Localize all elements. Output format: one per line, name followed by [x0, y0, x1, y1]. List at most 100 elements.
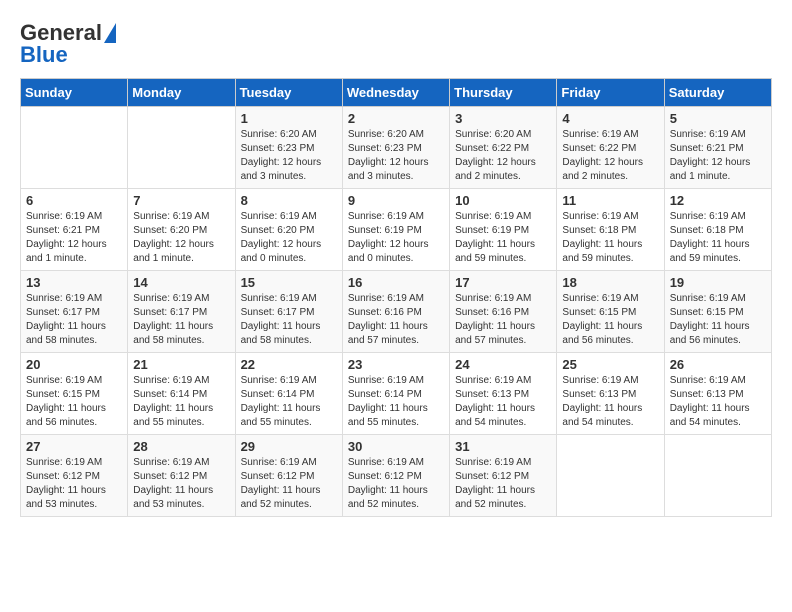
calendar-cell: 9Sunrise: 6:19 AM Sunset: 6:19 PM Daylig… [342, 189, 449, 271]
calendar-cell: 2 Sunrise: 6:20 AM Sunset: 6:23 PM Daylig… [342, 107, 449, 189]
day-info: Sunrise: 6:19 AM Sunset: 6:16 PM Dayligh… [455, 292, 551, 348]
day-header-tuesday: Tuesday [235, 79, 342, 107]
calendar-cell: 28 Sunrise: 6:19 AM Sunset: 6:12 PM Dayli… [128, 435, 235, 517]
calendar-cell: 10 Sunrise: 6:19 AM Sunset: 6:19 PM Dayli… [450, 189, 557, 271]
day-info: Sunrise: 6:19 AM Sunset: 6:13 PM Dayligh… [670, 374, 766, 430]
day-header-thursday: Thursday [450, 79, 557, 107]
day-info: Sunrise: 6:19 AM Sunset: 6:13 PM Dayligh… [455, 374, 551, 430]
day-info: Sunrise: 6:19 AM Sunset: 6:12 PM Dayligh… [26, 456, 122, 512]
day-info: Sunrise: 6:19 AM Sunset: 6:21 PM Dayligh… [670, 128, 766, 184]
day-info: Sunrise: 6:20 AM Sunset: 6:22 PM Dayligh… [455, 128, 551, 184]
calendar-cell [21, 107, 128, 189]
day-info: Sunrise: 6:19 AM Sunset: 6:19 PM Dayligh… [455, 210, 551, 266]
day-number: 25 [562, 357, 658, 372]
day-info: Sunrise: 6:19 AM Sunset: 6:14 PM Dayligh… [133, 374, 229, 430]
day-number: 22 [241, 357, 337, 372]
calendar-week-2: 6 Sunrise: 6:19 AM Sunset: 6:21 PM Daylig… [21, 189, 772, 271]
day-number: 2 [348, 111, 444, 126]
calendar-week-4: 20 Sunrise: 6:19 AM Sunset: 6:15 PM Dayli… [21, 353, 772, 435]
day-info: Sunrise: 6:20 AM Sunset: 6:23 PM Dayligh… [241, 128, 337, 184]
calendar-cell: 22Sunrise: 6:19 AM Sunset: 6:14 PM Dayli… [235, 353, 342, 435]
calendar-cell: 8 Sunrise: 6:19 AM Sunset: 6:20 PM Daylig… [235, 189, 342, 271]
calendar-cell: 17 Sunrise: 6:19 AM Sunset: 6:16 PM Dayli… [450, 271, 557, 353]
day-header-sunday: Sunday [21, 79, 128, 107]
day-number: 28 [133, 439, 229, 454]
day-info: Sunrise: 6:19 AM Sunset: 6:15 PM Dayligh… [670, 292, 766, 348]
day-number: 14 [133, 275, 229, 290]
calendar-cell: 26 Sunrise: 6:19 AM Sunset: 6:13 PM Dayli… [664, 353, 771, 435]
day-info: Sunrise: 6:19 AM Sunset: 6:16 PM Dayligh… [348, 292, 444, 348]
logo: General Blue [20, 20, 116, 68]
calendar-cell: 5 Sunrise: 6:19 AM Sunset: 6:21 PM Daylig… [664, 107, 771, 189]
calendar-week-5: 27 Sunrise: 6:19 AM Sunset: 6:12 PM Dayli… [21, 435, 772, 517]
day-number: 23 [348, 357, 444, 372]
day-number: 17 [455, 275, 551, 290]
day-number: 26 [670, 357, 766, 372]
calendar-cell: 16 Sunrise: 6:19 AM Sunset: 6:16 PM Dayli… [342, 271, 449, 353]
page-header: General Blue [20, 20, 772, 68]
day-number: 5 [670, 111, 766, 126]
calendar-cell: 24 Sunrise: 6:19 AM Sunset: 6:13 PM Dayli… [450, 353, 557, 435]
day-number: 4 [562, 111, 658, 126]
day-number: 30 [348, 439, 444, 454]
day-info: Sunrise: 6:19 AM Sunset: 6:15 PM Dayligh… [562, 292, 658, 348]
day-number: 20 [26, 357, 122, 372]
day-info: Sunrise: 6:19 AM Sunset: 6:15 PM Dayligh… [26, 374, 122, 430]
calendar-week-3: 13 Sunrise: 6:19 AM Sunset: 6:17 PM Dayli… [21, 271, 772, 353]
logo-triangle-icon [104, 23, 116, 43]
day-number: 29 [241, 439, 337, 454]
day-number: 19 [670, 275, 766, 290]
day-info: Sunrise: 6:19 AM Sunset: 6:12 PM Dayligh… [133, 456, 229, 512]
day-info: Sunrise: 6:19 AM Sunset: 6:22 PM Dayligh… [562, 128, 658, 184]
day-info: Sunrise: 6:19 AM Sunset: 6:17 PM Dayligh… [133, 292, 229, 348]
day-header-monday: Monday [128, 79, 235, 107]
day-info: Sunrise: 6:19 AM Sunset: 6:12 PM Dayligh… [348, 456, 444, 512]
calendar-cell: 31Sunrise: 6:19 AM Sunset: 6:12 PM Dayli… [450, 435, 557, 517]
day-number: 27 [26, 439, 122, 454]
calendar-week-1: 1Sunrise: 6:20 AM Sunset: 6:23 PM Daylig… [21, 107, 772, 189]
calendar-cell: 1Sunrise: 6:20 AM Sunset: 6:23 PM Daylig… [235, 107, 342, 189]
calendar-cell: 29 Sunrise: 6:19 AM Sunset: 6:12 PM Dayli… [235, 435, 342, 517]
day-info: Sunrise: 6:19 AM Sunset: 6:17 PM Dayligh… [241, 292, 337, 348]
day-info: Sunrise: 6:19 AM Sunset: 6:12 PM Dayligh… [241, 456, 337, 512]
day-info: Sunrise: 6:19 AM Sunset: 6:21 PM Dayligh… [26, 210, 122, 266]
day-number: 24 [455, 357, 551, 372]
calendar-cell: 6 Sunrise: 6:19 AM Sunset: 6:21 PM Daylig… [21, 189, 128, 271]
day-header-wednesday: Wednesday [342, 79, 449, 107]
calendar-cell: 18 Sunrise: 6:19 AM Sunset: 6:15 PM Dayli… [557, 271, 664, 353]
day-number: 9 [348, 193, 444, 208]
calendar-header-row: SundayMondayTuesdayWednesdayThursdayFrid… [21, 79, 772, 107]
calendar-cell [664, 435, 771, 517]
calendar-cell [557, 435, 664, 517]
day-info: Sunrise: 6:20 AM Sunset: 6:23 PM Dayligh… [348, 128, 444, 184]
day-info: Sunrise: 6:19 AM Sunset: 6:13 PM Dayligh… [562, 374, 658, 430]
day-info: Sunrise: 6:19 AM Sunset: 6:18 PM Dayligh… [670, 210, 766, 266]
calendar-cell: 11Sunrise: 6:19 AM Sunset: 6:18 PM Dayli… [557, 189, 664, 271]
calendar-cell [128, 107, 235, 189]
day-info: Sunrise: 6:19 AM Sunset: 6:17 PM Dayligh… [26, 292, 122, 348]
calendar-cell: 25 Sunrise: 6:19 AM Sunset: 6:13 PM Dayli… [557, 353, 664, 435]
calendar-cell: 4 Sunrise: 6:19 AM Sunset: 6:22 PM Daylig… [557, 107, 664, 189]
day-number: 21 [133, 357, 229, 372]
day-number: 6 [26, 193, 122, 208]
day-number: 15 [241, 275, 337, 290]
calendar-cell: 23Sunrise: 6:19 AM Sunset: 6:14 PM Dayli… [342, 353, 449, 435]
calendar-cell: 3Sunrise: 6:20 AM Sunset: 6:22 PM Daylig… [450, 107, 557, 189]
day-number: 11 [562, 193, 658, 208]
day-number: 10 [455, 193, 551, 208]
day-number: 8 [241, 193, 337, 208]
day-number: 18 [562, 275, 658, 290]
calendar-body: 1Sunrise: 6:20 AM Sunset: 6:23 PM Daylig… [21, 107, 772, 517]
day-info: Sunrise: 6:19 AM Sunset: 6:20 PM Dayligh… [133, 210, 229, 266]
day-header-saturday: Saturday [664, 79, 771, 107]
calendar-cell: 27 Sunrise: 6:19 AM Sunset: 6:12 PM Dayli… [21, 435, 128, 517]
calendar-cell: 12 Sunrise: 6:19 AM Sunset: 6:18 PM Dayli… [664, 189, 771, 271]
calendar-cell: 30 Sunrise: 6:19 AM Sunset: 6:12 PM Dayli… [342, 435, 449, 517]
day-number: 12 [670, 193, 766, 208]
calendar-cell: 13 Sunrise: 6:19 AM Sunset: 6:17 PM Dayli… [21, 271, 128, 353]
day-number: 31 [455, 439, 551, 454]
calendar-cell: 15 Sunrise: 6:19 AM Sunset: 6:17 PM Dayli… [235, 271, 342, 353]
day-number: 16 [348, 275, 444, 290]
day-info: Sunrise: 6:19 AM Sunset: 6:20 PM Dayligh… [241, 210, 337, 266]
day-number: 13 [26, 275, 122, 290]
